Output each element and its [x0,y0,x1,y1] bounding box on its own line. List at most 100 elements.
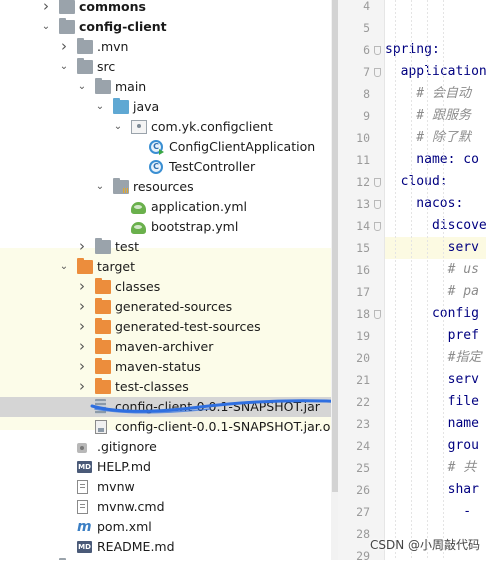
tree-item-label: com.yk.configclient [151,119,273,134]
line-number: 19 [356,329,370,343]
code-line[interactable]: cloud: [385,171,486,193]
chevron-down-icon[interactable]: ⌄ [94,179,106,195]
code-line[interactable]: # 共 [385,457,486,479]
chevron-right-icon[interactable]: › [76,379,88,395]
excluded-folder-icon [95,278,111,294]
editor-code-area[interactable]: spring: application: # 会自动 # 跟服务 # 除了默 n… [385,0,486,560]
line-number: 23 [356,417,370,431]
tree-item-label: commons [79,0,146,14]
tree-item[interactable]: ⌄ com.yk.configclient [0,117,331,137]
yaml-key: spring: [385,42,440,57]
chevron-right-icon[interactable]: › [76,359,88,375]
yaml-key: application: [385,64,486,79]
tree-item[interactable]: bootstrap.yml [0,217,331,237]
chevron-down-icon[interactable]: ⌄ [76,79,88,95]
code-line[interactable]: serv [385,237,486,259]
code-line[interactable]: application: [385,61,486,83]
line-number: 7 [363,65,370,79]
folder-icon [59,0,75,14]
tree-item[interactable]: ⌄ java [0,97,331,117]
tree-item[interactable]: ⌄ resources [0,177,331,197]
fold-marker-icon[interactable] [374,222,381,231]
chevron-right-icon[interactable]: › [76,339,88,355]
tree-scrollbar[interactable] [331,0,338,560]
chevron-down-icon[interactable]: ⌄ [58,59,70,75]
tree-item[interactable]: ⌄ src [0,57,331,77]
fold-marker-icon[interactable] [374,200,381,209]
tree-item[interactable]: .gitignore [0,437,331,457]
tree-item[interactable]: ⌄ main [0,77,331,97]
tree-item[interactable]: › test-classes [0,377,331,397]
tree-item[interactable]: C ConfigClientApplication [0,137,331,157]
yaml-key: name: co [385,152,479,167]
tree-item[interactable]: › maven-status [0,357,331,377]
chevron-down-icon[interactable]: ⌄ [40,19,52,35]
excluded-folder-icon [95,298,111,314]
tree-item[interactable]: mvnw [0,477,331,497]
indent-guide [427,0,428,560]
code-line[interactable]: name: co [385,149,486,171]
chevron-right-icon[interactable]: › [76,279,88,295]
chevron-right-icon[interactable]: › [76,299,88,315]
tree-item[interactable]: › generated-sources [0,297,331,317]
fold-marker-icon[interactable] [374,46,381,55]
code-line[interactable]: name [385,413,486,435]
code-line[interactable] [385,17,486,39]
code-line[interactable]: nacos: [385,193,486,215]
chevron-right-icon[interactable]: › [76,319,88,335]
tree-item-label: resources [133,179,194,194]
tree-item-label: application.yml [151,199,247,214]
fold-marker-icon[interactable] [374,178,381,187]
tree-item[interactable]: › test [0,237,331,257]
tree-item[interactable]: C TestController [0,157,331,177]
tree-item[interactable]: › classes [0,277,331,297]
chevron-right-icon[interactable]: › [76,239,88,255]
tree-item[interactable]: mvnw.cmd [0,497,331,517]
code-line[interactable]: pref [385,325,486,347]
excluded-folder-icon [95,378,111,394]
tree-item-label: mvnw [97,479,135,494]
chevron-right-icon[interactable]: › [40,0,52,15]
tree-item[interactable]: ⌄ target [0,257,331,277]
code-line[interactable]: # 会自动 [385,83,486,105]
code-line[interactable]: serv [385,369,486,391]
code-line[interactable]: - [385,501,486,523]
code-line[interactable]: # 跟服务 [385,105,486,127]
code-line[interactable]: shar [385,479,486,501]
tree-item[interactable]: › maven-archiver [0,337,331,357]
code-line[interactable]: config [385,303,486,325]
tree-item[interactable]: m pom.xml [0,517,331,537]
jar-file-icon [95,399,106,414]
chevron-down-icon[interactable]: ⌄ [94,99,106,115]
chevron-right-icon[interactable]: › [58,39,70,55]
line-number: 13 [356,197,370,211]
tree-item[interactable]: › generated-test-sources [0,317,331,337]
text-file-icon [77,480,88,494]
fold-marker-icon[interactable] [374,310,381,319]
line-number: 4 [363,0,370,13]
tree-item[interactable]: MD HELP.md [0,457,331,477]
tree-item[interactable]: ⌄ config-client [0,17,331,37]
tree-item[interactable]: config-client-0.0.1-SNAPSHOT.jar [0,397,331,417]
chevron-down-icon[interactable]: ⌄ [58,259,70,275]
excluded-folder-icon [95,318,111,334]
tree-item[interactable]: MD README.md [0,537,331,557]
code-line[interactable]: # pa [385,281,486,303]
code-line[interactable] [385,0,486,17]
tree-item[interactable]: › .mvn [0,37,331,57]
line-number: 5 [363,21,370,35]
fold-marker-icon[interactable] [374,68,381,77]
code-line[interactable]: spring: [385,39,486,61]
tree-item[interactable]: application.yml [0,197,331,217]
text-file-icon [77,500,88,514]
code-line[interactable]: # 除了默 [385,127,486,149]
yaml-key: serv [385,240,479,255]
code-line[interactable]: # us [385,259,486,281]
code-line[interactable]: #指定 [385,347,486,369]
code-line[interactable]: discove [385,215,486,237]
code-line[interactable]: file [385,391,486,413]
tree-item[interactable]: config-client-0.0.1-SNAPSHOT.jar.origina… [0,417,331,437]
code-line[interactable]: grou [385,435,486,457]
chevron-down-icon[interactable]: ⌄ [112,119,124,135]
tree-item[interactable]: › commons [0,0,331,17]
